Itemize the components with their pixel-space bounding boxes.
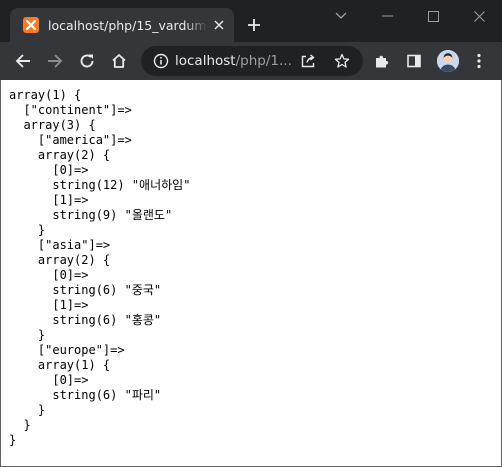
close-icon[interactable] [211, 17, 227, 33]
output-line: } [9, 223, 46, 237]
puzzle-icon[interactable] [370, 49, 394, 73]
side-panel-icon[interactable] [402, 49, 426, 73]
output-line: ["continent"]=> [9, 103, 132, 117]
output-line: array(2) { [9, 148, 111, 162]
output-line: [0]=> [9, 163, 89, 177]
output-line: [1]=> [9, 193, 89, 207]
plus-icon[interactable] [244, 15, 264, 35]
output-line: string(6) "파리" [9, 388, 162, 402]
output-line: string(6) "홍콩" [9, 313, 162, 327]
output-line: array(3) { [9, 118, 96, 132]
share-icon[interactable] [300, 53, 316, 69]
home-icon[interactable] [107, 49, 131, 73]
output-line: string(12) "애너하임" [9, 178, 191, 192]
output-line: [1]=> [9, 298, 89, 312]
output-line: array(1) { [9, 358, 111, 372]
avatar[interactable] [437, 50, 459, 72]
output-line: string(9) "올랜도" [9, 208, 173, 222]
output-line: ["america"]=> [9, 133, 132, 147]
kebab-menu-icon[interactable] [467, 49, 491, 73]
output-line: [0]=> [9, 373, 89, 387]
var-dump-output: array(1) { ["continent"]=> array(3) { ["… [9, 88, 190, 448]
output-line: array(2) { [9, 253, 111, 267]
output-line: array(1) { [9, 88, 82, 102]
page-content: array(1) { ["continent"]=> array(3) { ["… [0, 80, 502, 467]
toolbar: localhost/php/1... [0, 42, 502, 80]
star-icon[interactable] [334, 53, 350, 69]
close-window-icon[interactable] [464, 6, 494, 26]
forward-arrow-icon[interactable] [43, 49, 67, 73]
title-bar: localhost/php/15_vardump.php [0, 0, 502, 42]
tab-title: localhost/php/15_vardump.php [48, 18, 208, 33]
output-line: } [9, 418, 31, 432]
minimize-icon[interactable] [372, 6, 402, 26]
output-line: } [9, 433, 17, 447]
info-icon[interactable] [153, 53, 169, 69]
output-line: string(6) "중국" [9, 283, 162, 297]
url-text[interactable]: localhost/php/1... [175, 52, 295, 70]
maximize-icon[interactable] [418, 6, 448, 26]
output-line: [0]=> [9, 268, 89, 282]
back-arrow-icon[interactable] [11, 49, 35, 73]
output-line: } [9, 328, 46, 342]
output-line: } [9, 403, 46, 417]
url-host: localhost [175, 53, 236, 69]
output-line: ["europe"]=> [9, 343, 125, 357]
url-path: /php/1... [235, 53, 292, 69]
chevron-down-icon[interactable] [326, 6, 356, 26]
reload-icon[interactable] [75, 49, 99, 73]
address-bar[interactable]: localhost/php/1... [141, 46, 363, 76]
output-line: ["asia"]=> [9, 238, 111, 252]
browser-tab[interactable]: localhost/php/15_vardump.php [10, 8, 234, 42]
xampp-icon [23, 17, 39, 33]
